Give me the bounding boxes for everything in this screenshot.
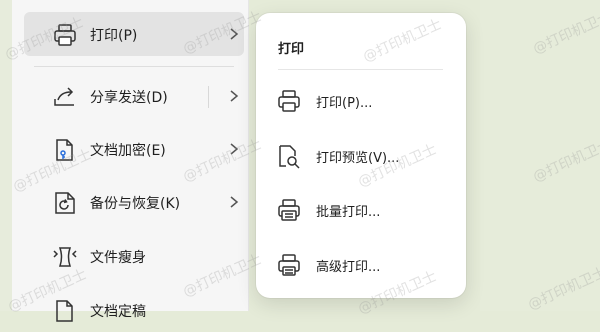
- printer-icon: [52, 22, 78, 48]
- menu-item-label: 备份与恢复(K): [90, 196, 181, 212]
- advanced-print-icon: [276, 252, 302, 278]
- submenu-item-label: 打印(P)...: [316, 96, 373, 111]
- menu-item-label: 文档加密(E): [90, 143, 166, 159]
- chevron-right-icon: [228, 88, 240, 104]
- slim-file-icon: [52, 244, 78, 270]
- menu-item-label: 打印(P): [90, 28, 138, 44]
- menu-item-slim[interactable]: 文件瘦身: [24, 234, 244, 278]
- backup-icon: [52, 190, 78, 216]
- chevron-right-icon: [228, 194, 240, 210]
- submenu-item-label: 打印预览(V)...: [316, 151, 400, 166]
- print-submenu: 打印 打印(P)... 打印预览(V)... 批量打印... 高级打印...: [256, 13, 466, 298]
- chevron-right-icon: [228, 26, 240, 42]
- menu-item-backup[interactable]: 备份与恢复(K): [24, 180, 244, 224]
- separator: [208, 86, 209, 108]
- menu-divider: [34, 66, 234, 67]
- submenu-item-print-preview[interactable]: 打印预览(V)...: [268, 135, 454, 177]
- background: [0, 0, 12, 311]
- menu-item-share[interactable]: 分享发送(D): [24, 74, 244, 118]
- menu-item-encrypt[interactable]: 文档加密(E): [24, 127, 244, 171]
- share-icon: [52, 84, 78, 110]
- batch-print-icon: [276, 197, 302, 223]
- menu-item-label: 文件瘦身: [90, 250, 146, 266]
- menu-item-finalize[interactable]: 文档定稿: [24, 288, 244, 332]
- background: [480, 0, 600, 311]
- document-icon: [52, 298, 78, 324]
- chevron-right-icon: [228, 141, 240, 157]
- submenu-item-label: 批量打印...: [316, 205, 381, 220]
- file-menu: 打印(P) 分享发送(D) 文档加密(E) 备份与恢复(K) 文件瘦身 文档定稿: [12, 0, 249, 322]
- menu-item-print[interactable]: 打印(P): [24, 12, 244, 56]
- menu-item-label: 文档定稿: [90, 304, 146, 320]
- printer-icon: [276, 88, 302, 114]
- submenu-divider: [278, 69, 443, 70]
- document-lock-icon: [52, 137, 78, 163]
- submenu-item-print[interactable]: 打印(P)...: [268, 80, 454, 122]
- submenu-title: 打印: [278, 42, 305, 57]
- menu-item-label: 分享发送(D): [90, 90, 168, 106]
- print-preview-icon: [276, 143, 302, 169]
- submenu-item-batch-print[interactable]: 批量打印...: [268, 189, 454, 231]
- submenu-item-advanced-print[interactable]: 高级打印...: [268, 244, 454, 286]
- submenu-item-label: 高级打印...: [316, 260, 381, 275]
